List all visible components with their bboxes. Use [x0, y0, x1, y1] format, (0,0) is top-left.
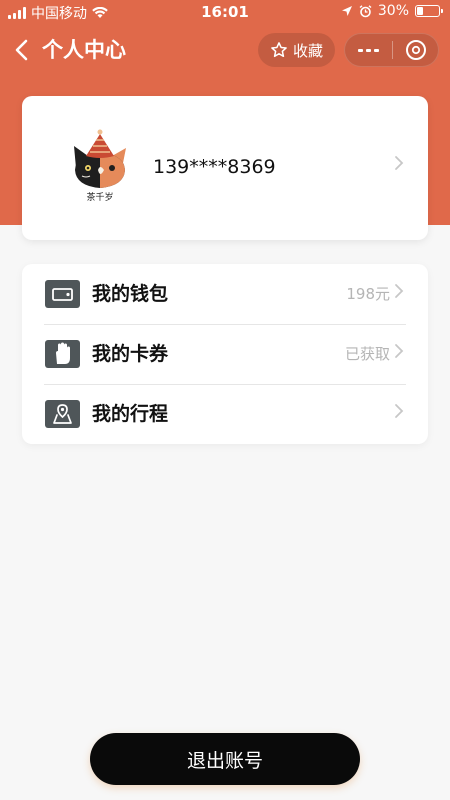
phone-number: 139****8369	[153, 156, 276, 178]
status-bar-right: 30%	[341, 3, 443, 19]
wallet-icon	[45, 280, 80, 308]
chevron-right-icon	[395, 344, 404, 358]
more-button[interactable]	[345, 34, 392, 66]
favorite-button[interactable]: 收藏	[258, 33, 335, 67]
chevron-right-icon	[395, 404, 404, 418]
chevron-right-icon	[395, 284, 404, 298]
nav-bar: 个人中心 收藏	[0, 30, 450, 70]
back-button[interactable]	[14, 36, 36, 64]
chevron-left-icon	[15, 39, 28, 61]
close-circle-icon	[405, 40, 426, 60]
location-arrow-icon	[341, 6, 352, 16]
profile-card[interactable]: 茶千岁 139****8369	[22, 96, 428, 240]
avatar: 茶千岁	[74, 129, 126, 203]
menu-item-trips[interactable]: 我的行程	[22, 384, 428, 444]
menu-item-coupons[interactable]: 我的卡券 已获取	[22, 324, 428, 384]
battery-icon	[415, 5, 443, 17]
alarm-icon	[359, 4, 372, 17]
avatar-brand-text: 茶千岁	[86, 191, 113, 203]
hand-card-icon	[45, 340, 80, 368]
star-icon	[271, 42, 287, 58]
menu-item-wallet[interactable]: 我的钱包 198元	[22, 264, 428, 324]
menu-item-label: 我的卡券	[92, 343, 169, 365]
battery-percent: 30%	[377, 3, 409, 19]
favorite-label: 收藏	[292, 41, 323, 60]
logout-button[interactable]: 退出账号	[90, 733, 360, 785]
status-bar: 中国移动 16:01 30%	[0, 0, 450, 24]
mini-program-capsule	[344, 33, 439, 67]
menu-item-label: 我的行程	[92, 403, 169, 425]
menu-item-label: 我的钱包	[92, 283, 169, 305]
map-location-icon	[45, 400, 80, 428]
close-mini-program-button[interactable]	[393, 34, 438, 66]
menu-card: 我的钱包 198元 我的卡券 已获取 我的行程	[22, 264, 428, 444]
coupon-status: 已获取	[344, 345, 390, 363]
battery-fill	[417, 7, 424, 15]
wallet-balance: 198元	[346, 285, 390, 303]
chevron-right-icon	[395, 156, 404, 170]
page-title: 个人中心	[42, 38, 126, 62]
